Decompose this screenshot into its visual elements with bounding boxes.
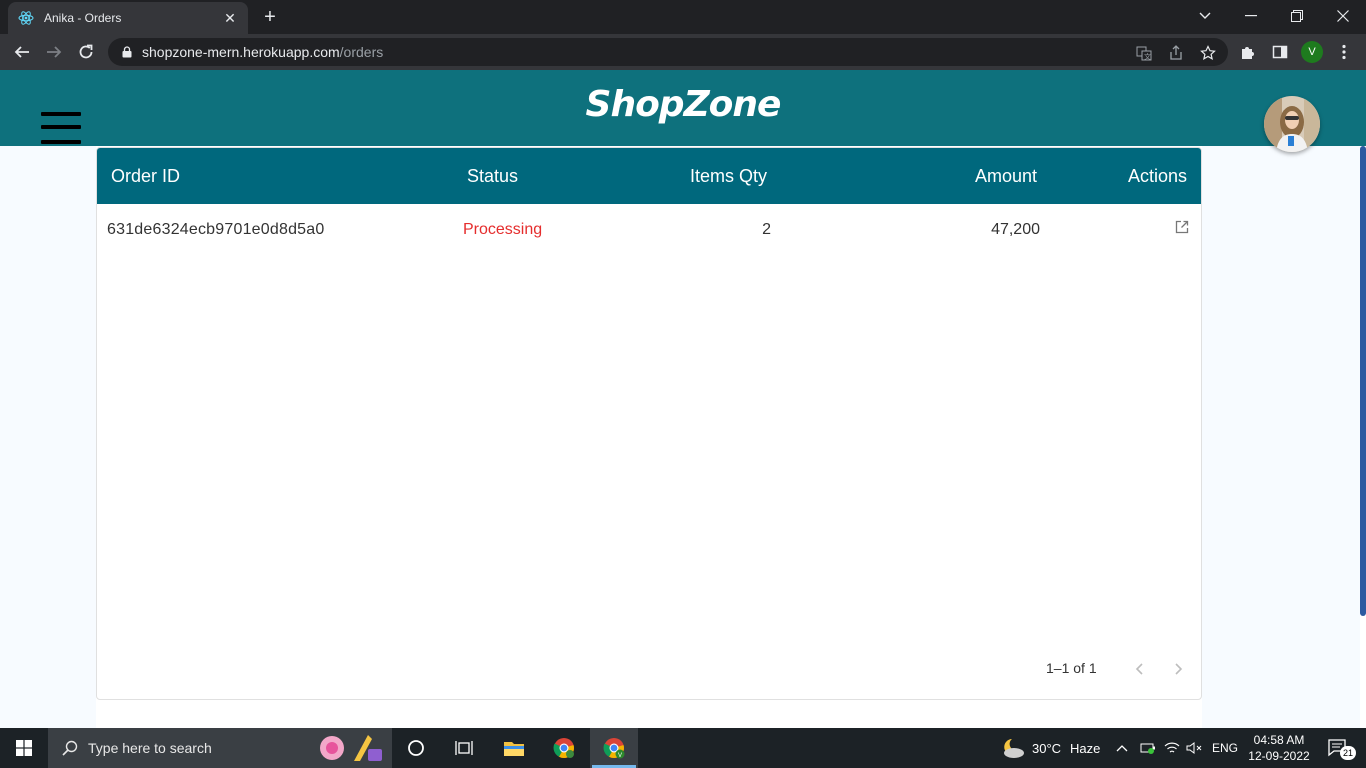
- new-tab-button[interactable]: +: [258, 6, 282, 28]
- url-path: /orders: [339, 44, 384, 60]
- volume-muted-icon[interactable]: [1182, 728, 1206, 768]
- share-icon[interactable]: [1168, 45, 1184, 61]
- tray-overflow-chevron-icon[interactable]: [1110, 728, 1134, 768]
- page-margin-left: [0, 146, 96, 728]
- cell-order-id: 631de6324ecb9701e0d8d5a0: [107, 221, 325, 238]
- bookmark-star-icon[interactable]: [1200, 45, 1216, 61]
- clock-time: 04:58 AM: [1253, 733, 1305, 747]
- column-header-amount[interactable]: Amount: [975, 166, 1037, 187]
- battery-icon[interactable]: [1136, 728, 1160, 768]
- chrome-profile-v-icon[interactable]: V: [590, 728, 638, 768]
- svg-text:V: V: [618, 753, 622, 759]
- prev-page-icon[interactable]: [1129, 659, 1149, 679]
- page-scrollbar[interactable]: [1360, 146, 1366, 616]
- notification-center-icon[interactable]: 21: [1318, 728, 1358, 768]
- browser-tab[interactable]: Anika - Orders ✕: [8, 2, 248, 34]
- cell-amount: 47,200: [991, 221, 1040, 238]
- chrome-icon[interactable]: [540, 728, 588, 768]
- column-header-status[interactable]: Status: [467, 166, 518, 187]
- extensions-puzzle-icon[interactable]: [1236, 40, 1260, 64]
- search-highlight-illustration-icon: [320, 735, 382, 761]
- translate-icon[interactable]: 文: [1136, 45, 1152, 61]
- column-header-actions[interactable]: Actions: [1128, 166, 1187, 187]
- orders-table: Order ID Status Items Qty Amount Actions…: [96, 147, 1202, 700]
- wifi-icon[interactable]: [1160, 728, 1184, 768]
- user-avatar[interactable]: [1264, 96, 1320, 152]
- column-header-order-id[interactable]: Order ID: [111, 166, 180, 187]
- language-indicator[interactable]: ENG: [1212, 741, 1238, 755]
- close-window-button[interactable]: [1320, 0, 1366, 32]
- tab-close-icon[interactable]: ✕: [222, 10, 238, 26]
- forward-arrow-icon[interactable]: [40, 38, 68, 66]
- address-bar[interactable]: shopzone-mern.herokuapp.com/orders 文: [108, 38, 1228, 66]
- page-viewport: ShopZone Order ID Status Items Qty Amoun…: [0, 70, 1366, 728]
- restore-button[interactable]: [1274, 0, 1320, 32]
- url-host: shopzone-mern.herokuapp.com: [142, 44, 340, 60]
- tab-search-chevron-icon[interactable]: [1182, 0, 1228, 32]
- search-placeholder: Type here to search: [88, 740, 212, 756]
- windows-start-icon[interactable]: [0, 728, 48, 768]
- pagination: 1–1 of 1: [97, 643, 1201, 699]
- react-favicon-icon: [18, 10, 34, 26]
- task-view-icon[interactable]: [440, 728, 488, 768]
- minimize-button[interactable]: [1228, 0, 1274, 32]
- page-margin-right: [1202, 146, 1360, 728]
- taskbar-search-box[interactable]: Type here to search: [48, 728, 392, 768]
- app-header: ShopZone: [0, 70, 1366, 146]
- tab-title: Anika - Orders: [44, 11, 122, 25]
- back-arrow-icon[interactable]: [8, 38, 36, 66]
- weather-description[interactable]: Haze: [1070, 741, 1100, 756]
- brand-logo[interactable]: ShopZone: [0, 84, 1366, 125]
- pagination-count: 1–1 of 1: [1046, 660, 1097, 676]
- windows-taskbar: Type here to search V 30°C Haze ENG 04:5…: [0, 728, 1366, 768]
- next-page-icon[interactable]: [1169, 659, 1189, 679]
- clock-date: 12-09-2022: [1248, 749, 1310, 763]
- open-in-new-icon[interactable]: [1175, 220, 1189, 239]
- svg-text:文: 文: [1144, 52, 1151, 61]
- browser-toolbar: shopzone-mern.herokuapp.com/orders 文 V: [0, 34, 1366, 70]
- browser-tab-bar: Anika - Orders ✕ +: [0, 0, 1366, 34]
- side-panel-icon[interactable]: [1268, 40, 1292, 64]
- column-header-items-qty[interactable]: Items Qty: [690, 166, 767, 187]
- notification-count-badge: 21: [1340, 746, 1356, 760]
- file-explorer-icon[interactable]: [490, 728, 538, 768]
- weather-moon-cloud-icon[interactable]: [1000, 737, 1026, 759]
- kebab-menu-icon[interactable]: [1332, 40, 1356, 64]
- system-clock[interactable]: 04:58 AM 12-09-2022: [1244, 732, 1314, 764]
- weather-temperature[interactable]: 30°C: [1032, 741, 1061, 756]
- cell-items-qty: 2: [762, 221, 771, 238]
- search-icon: [62, 740, 78, 756]
- lock-icon: [122, 46, 132, 58]
- cortana-icon[interactable]: [392, 728, 440, 768]
- reload-icon[interactable]: [72, 38, 100, 66]
- table-row[interactable]: 631de6324ecb9701e0d8d5a0 Processing 2 47…: [97, 204, 1201, 256]
- profile-avatar[interactable]: V: [1301, 41, 1323, 63]
- table-header: Order ID Status Items Qty Amount Actions: [97, 148, 1201, 204]
- cell-status: Processing: [463, 221, 543, 238]
